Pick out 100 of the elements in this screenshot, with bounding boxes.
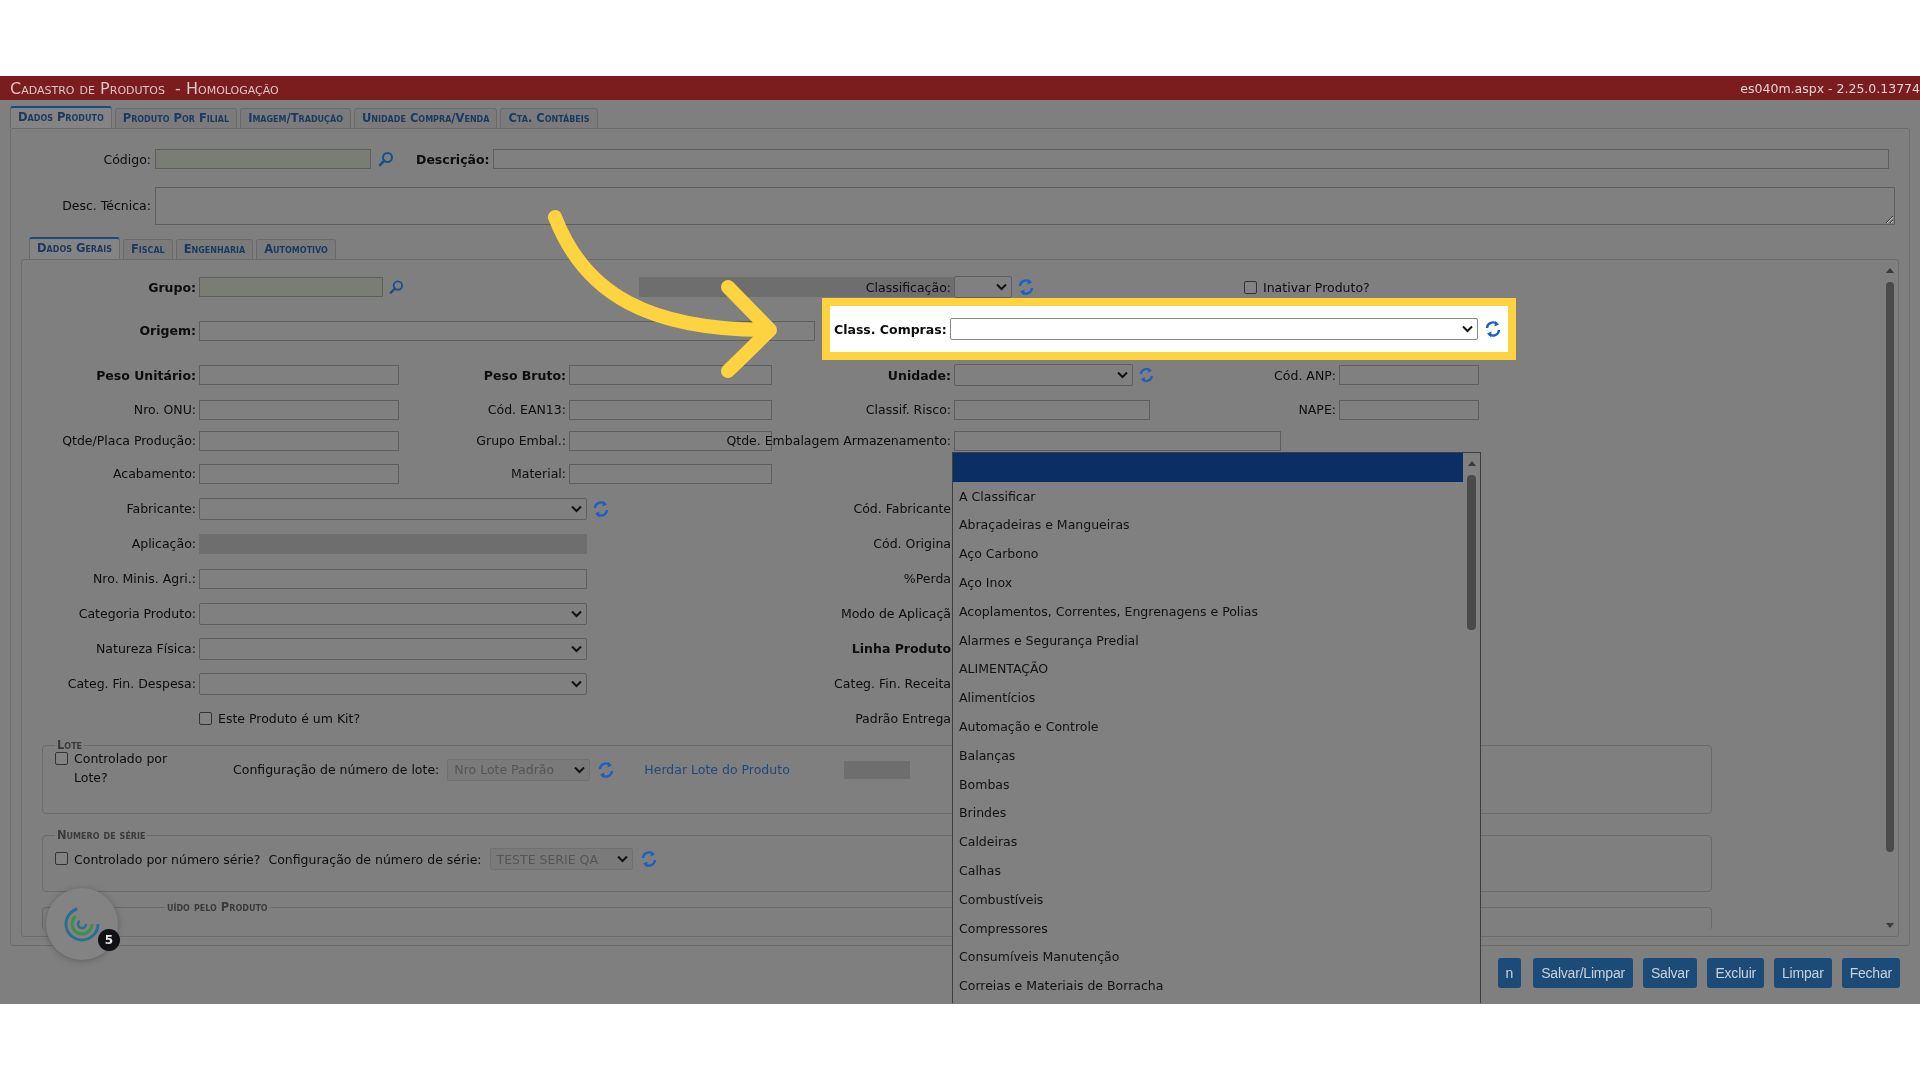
tab[interactable]: Engenharia bbox=[175, 239, 254, 259]
caret-icon bbox=[1117, 371, 1129, 379]
section-title: Lote bbox=[56, 738, 84, 752]
dropdown-option[interactable]: Bombas bbox=[953, 769, 1463, 799]
field-label: Material: bbox=[511, 466, 566, 481]
dropdown-field[interactable] bbox=[199, 497, 587, 520]
field-label: Origem: bbox=[139, 323, 196, 338]
field-label: Categ. Fin. Receita bbox=[834, 676, 951, 691]
caret-icon bbox=[574, 765, 586, 774]
field-label: Grupo: bbox=[148, 279, 196, 295]
field-label: Peso Bruto: bbox=[483, 367, 566, 383]
caret-icon bbox=[1461, 325, 1473, 333]
field-label: Unidade: bbox=[887, 367, 951, 383]
dropdown-field[interactable] bbox=[199, 602, 587, 625]
swirl-icon bbox=[62, 904, 102, 944]
text-field[interactable] bbox=[569, 399, 772, 420]
caret-icon bbox=[571, 504, 582, 513]
tab[interactable]: Unidade Compra/Venda bbox=[353, 108, 498, 128]
dropdown-option[interactable]: Compressores bbox=[953, 913, 1463, 943]
scrollbar-thumb[interactable] bbox=[1467, 475, 1476, 630]
tab[interactable]: Automotivo bbox=[256, 239, 336, 259]
text-field[interactable] bbox=[199, 463, 399, 484]
search-icon[interactable] bbox=[389, 279, 404, 295]
dropdown-option[interactable]: Automação e Controle bbox=[953, 712, 1463, 741]
action-button[interactable]: Salvar/Limpar bbox=[1533, 958, 1633, 988]
field-label: Categoria Produto: bbox=[78, 606, 196, 621]
dropdown-option[interactable]: Acoplamentos, Correntes, Engrenagens e Polias bbox=[953, 597, 1463, 626]
dropdown-option[interactable]: Combustíveis bbox=[953, 884, 1463, 914]
checkbox[interactable] bbox=[1244, 280, 1257, 294]
field-label: NAPE: bbox=[1298, 402, 1336, 417]
text-field[interactable] bbox=[199, 430, 399, 451]
field-label: Modo de Aplicaçã bbox=[840, 606, 951, 621]
checkbox[interactable] bbox=[55, 752, 68, 765]
text-field[interactable] bbox=[199, 365, 399, 385]
dropdown-option[interactable]: Balanças bbox=[953, 740, 1463, 770]
text-area[interactable] bbox=[155, 187, 1895, 225]
tab[interactable]: Imagem/Tradução bbox=[240, 108, 351, 128]
field-label: Cód. EAN13: bbox=[487, 402, 566, 417]
dropdown-option[interactable]: Alimentícios bbox=[953, 683, 1463, 713]
text-field[interactable] bbox=[569, 365, 772, 385]
field-label: %Perda bbox=[903, 571, 951, 586]
action-button[interactable]: Salvar bbox=[1642, 958, 1698, 988]
dropdown-field[interactable] bbox=[954, 364, 1134, 386]
scroll-up-icon[interactable] bbox=[1885, 266, 1895, 274]
checkbox-label: Controlado por número série? bbox=[74, 851, 261, 867]
lookup-field[interactable] bbox=[199, 277, 383, 297]
refresh-icon[interactable] bbox=[1484, 320, 1501, 338]
dropdown-field[interactable] bbox=[949, 318, 1478, 340]
dropdown-field[interactable] bbox=[954, 276, 1012, 298]
dropdown-option[interactable]: Correias e Materiais de Borracha bbox=[953, 971, 1463, 1001]
dropdown-option[interactable]: Alarmes e Segurança Predial bbox=[953, 625, 1463, 655]
dropdown-option[interactable]: Abraçadeiras e Mangueiras bbox=[953, 510, 1463, 540]
field-label: Categ. Fin. Despesa: bbox=[67, 676, 196, 691]
scroll-up-icon[interactable] bbox=[1467, 459, 1477, 467]
field-label: Acabamento: bbox=[113, 466, 196, 481]
field-label: Nro. Minis. Agri.: bbox=[93, 571, 196, 586]
search-icon[interactable] bbox=[378, 151, 394, 167]
dropdown-option[interactable]: Brindes bbox=[953, 798, 1463, 828]
dropdown-option[interactable]: Calhas bbox=[953, 856, 1463, 885]
field-label: Grupo Embal.: bbox=[476, 433, 566, 448]
tab[interactable]: Fiscal bbox=[122, 239, 173, 259]
field-label: Classif. Risco: bbox=[865, 402, 951, 417]
field-label: Padrão Entrega bbox=[855, 711, 951, 726]
section-title: uído pelo Produto bbox=[166, 900, 269, 914]
dropdown-field[interactable] bbox=[199, 672, 587, 695]
field-label: Linha Produto bbox=[851, 641, 951, 656]
checkbox[interactable] bbox=[55, 851, 68, 865]
field-label: Aplicação: bbox=[131, 536, 196, 551]
lookup-field[interactable] bbox=[155, 149, 371, 169]
dropdown-option[interactable]: Aço Carbono bbox=[953, 539, 1463, 569]
action-button[interactable]: Fechar bbox=[1841, 958, 1900, 988]
text-field[interactable] bbox=[492, 149, 1889, 169]
checkbox[interactable] bbox=[199, 712, 212, 725]
dropdown-option[interactable]: Consumíveis Manutenção bbox=[953, 942, 1463, 972]
action-button[interactable]: Limpar bbox=[1774, 958, 1832, 988]
field-label: Class. Compras: bbox=[834, 321, 947, 337]
text-field[interactable] bbox=[954, 430, 1281, 451]
text-field[interactable] bbox=[199, 399, 399, 420]
tab[interactable]: Produto Por Filial bbox=[114, 108, 238, 128]
dropdown-option[interactable]: Aço Inox bbox=[953, 568, 1463, 597]
dropdown-option[interactable]: Caldeiras bbox=[953, 827, 1463, 857]
action-button[interactable]: n bbox=[1497, 958, 1522, 988]
checkbox-label: Controlado por Lote? bbox=[74, 750, 169, 787]
scrollbar-thumb[interactable] bbox=[1886, 282, 1894, 852]
text-field[interactable] bbox=[199, 568, 587, 589]
tab[interactable]: Cta. Contábeis bbox=[500, 108, 598, 128]
dropdown-option[interactable]: A Classificar bbox=[953, 481, 1463, 511]
scroll-down-icon[interactable] bbox=[1885, 922, 1895, 930]
field-label: Fabricante: bbox=[126, 501, 196, 516]
text-field[interactable] bbox=[1339, 399, 1479, 420]
dropdown-option[interactable]: ALIMENTAÇÃO bbox=[953, 654, 1463, 684]
tab[interactable]: Dados Gerais bbox=[29, 237, 120, 259]
dropdown-field[interactable] bbox=[199, 637, 587, 660]
section-title: Numero de série bbox=[56, 828, 147, 842]
action-button[interactable]: Excluir bbox=[1707, 958, 1765, 988]
text-field[interactable] bbox=[954, 399, 1150, 420]
text-field[interactable] bbox=[1339, 365, 1479, 385]
field-label: Peso Unitário: bbox=[96, 367, 196, 383]
tab[interactable]: Dados Produto bbox=[10, 106, 112, 128]
text-field[interactable] bbox=[569, 463, 772, 484]
